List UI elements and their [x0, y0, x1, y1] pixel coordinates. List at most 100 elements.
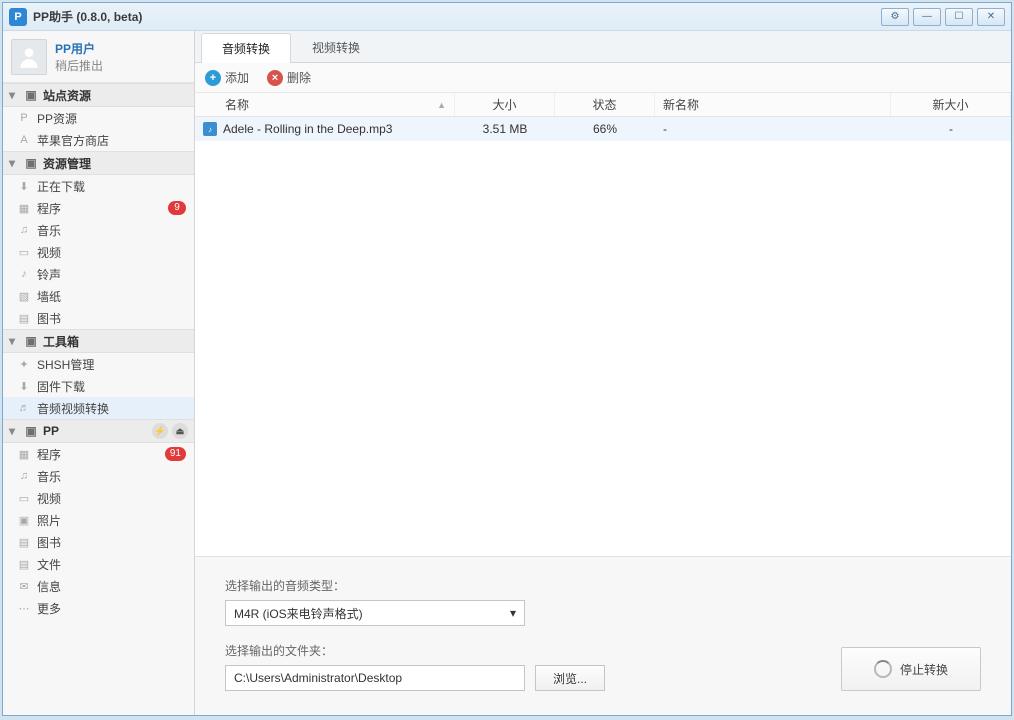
- badge: 91: [165, 447, 186, 461]
- section-icon: ▣: [23, 155, 39, 171]
- video-icon: ▭: [17, 491, 31, 505]
- sidebar-item[interactable]: ▦程序9: [3, 197, 194, 219]
- toolbar: + 添加 × 删除: [195, 63, 1011, 93]
- file-newsize: -: [891, 122, 1011, 136]
- sidebar-item-label: SHSH管理: [37, 356, 94, 373]
- sidebar-item[interactable]: ⬇ 固件下载: [3, 375, 194, 397]
- sidebar-item[interactable]: ⬇正在下载: [3, 175, 194, 197]
- chevron-down-icon: [9, 334, 21, 348]
- browse-button[interactable]: 浏览...: [535, 665, 605, 691]
- sidebar-item-label: 墙纸: [37, 288, 61, 305]
- pp-icon: P: [17, 111, 31, 125]
- sidebar-item[interactable]: P PP资源: [3, 107, 194, 129]
- sidebar-item[interactable]: ✦ SHSH管理: [3, 353, 194, 375]
- shsh-icon: ✦: [17, 357, 31, 371]
- titlebar: P PP助手 (0.8.0, beta) ⚙ — ☐ ✕: [3, 3, 1011, 31]
- add-label: 添加: [225, 69, 249, 86]
- sidebar-item-label: 音乐: [37, 222, 61, 239]
- sidebar-item[interactable]: ▧ 墙纸: [3, 285, 194, 307]
- output-folder-label: 选择输出的文件夹：: [225, 642, 821, 659]
- app-icon: ▦: [17, 201, 31, 215]
- video-icon: ▭: [17, 245, 31, 259]
- section-header[interactable]: ▣PP⚡⏏: [3, 419, 194, 443]
- sidebar-item[interactable]: ♬ 音频视频转换: [3, 397, 194, 419]
- sidebar-item[interactable]: ▤图书: [3, 531, 194, 553]
- convert-icon: ♬: [17, 401, 31, 415]
- output-type-select[interactable]: M4R (iOS来电铃声格式) ▾: [225, 600, 525, 626]
- sidebar-item-label: 程序: [37, 446, 61, 463]
- music-file-icon: ♪: [203, 122, 217, 136]
- chevron-down-icon: [9, 88, 21, 102]
- add-button[interactable]: + 添加: [205, 69, 249, 86]
- window-title: PP助手 (0.8.0, beta): [33, 8, 142, 25]
- tab-audio[interactable]: 音频转换: [201, 33, 291, 63]
- section-label: 工具箱: [43, 333, 79, 350]
- section-header[interactable]: ▣资源管理: [3, 151, 194, 175]
- main-panel: 音频转换 视频转换 + 添加 × 删除 名称 ▲ 大小 状态: [195, 31, 1011, 715]
- col-name[interactable]: 名称 ▲: [195, 93, 455, 116]
- output-folder-input[interactable]: C:\Users\Administrator\Desktop: [225, 665, 525, 691]
- sidebar-item-label: 音频视频转换: [37, 400, 109, 417]
- sidebar-item-label: 视频: [37, 244, 61, 261]
- music-icon: ♫: [17, 469, 31, 483]
- sidebar-item-label: 视频: [37, 490, 61, 507]
- info-icon: ✉: [17, 579, 31, 593]
- col-newname[interactable]: 新名称: [655, 93, 891, 116]
- sidebar-item[interactable]: ▭ 视频: [3, 241, 194, 263]
- book-icon: ▤: [17, 535, 31, 549]
- output-type-label: 选择输出的音频类型：: [225, 577, 821, 594]
- sidebar-item[interactable]: ♪铃声: [3, 263, 194, 285]
- sidebar-item[interactable]: ⋯更多: [3, 597, 194, 619]
- user-name: PP用户: [55, 40, 103, 57]
- minimize-button[interactable]: —: [913, 8, 941, 26]
- book-icon: ▤: [17, 311, 31, 325]
- sidebar-item-label: 程序: [37, 200, 61, 217]
- refresh-icon: [874, 660, 892, 678]
- delete-icon: ×: [267, 70, 283, 86]
- firmware-icon: ⬇: [17, 379, 31, 393]
- eject-icon[interactable]: ⏏: [172, 423, 188, 439]
- maximize-button[interactable]: ☐: [945, 8, 973, 26]
- sidebar-item[interactable]: ▤图书: [3, 307, 194, 329]
- appstore-icon: A: [17, 133, 31, 147]
- battery-icon: ⚡: [152, 423, 168, 439]
- col-status[interactable]: 状态: [555, 93, 655, 116]
- close-button[interactable]: ✕: [977, 8, 1005, 26]
- sidebar-item[interactable]: ♫音乐: [3, 465, 194, 487]
- section-icon: ▣: [23, 87, 39, 103]
- col-size[interactable]: 大小: [455, 93, 555, 116]
- download-icon: ⬇: [17, 179, 31, 193]
- section-header[interactable]: ▣站点资源: [3, 83, 194, 107]
- plus-icon: +: [205, 70, 221, 86]
- bottom-panel: 选择输出的音频类型： M4R (iOS来电铃声格式) ▾ 选择输出的文件夹： C…: [195, 556, 1011, 715]
- app-logo-icon: P: [9, 8, 27, 26]
- sidebar-item[interactable]: ✉ 信息: [3, 575, 194, 597]
- sidebar-item-label: 固件下载: [37, 378, 85, 395]
- sidebar-item[interactable]: ♫音乐: [3, 219, 194, 241]
- wallpaper-icon: ▧: [17, 289, 31, 303]
- section-header[interactable]: ▣工具箱: [3, 329, 194, 353]
- sidebar-item-label: 信息: [37, 578, 61, 595]
- sidebar-item[interactable]: A苹果官方商店: [3, 129, 194, 151]
- sidebar: PP用户 稍后推出 ▣站点资源PPP资源A苹果官方商店▣资源管理⬇正在下载▦程序…: [3, 31, 195, 715]
- tab-video[interactable]: 视频转换: [291, 32, 381, 62]
- delete-label: 删除: [287, 69, 311, 86]
- chevron-down-icon: ▾: [510, 606, 516, 620]
- sidebar-item[interactable]: ▤文件: [3, 553, 194, 575]
- sidebar-item[interactable]: ▣照片: [3, 509, 194, 531]
- file-newname: -: [655, 122, 891, 136]
- sort-asc-icon: ▲: [437, 100, 446, 110]
- stop-convert-button[interactable]: 停止转换: [841, 647, 981, 691]
- sidebar-item[interactable]: ▭ 视频: [3, 487, 194, 509]
- sidebar-item-label: PP资源: [37, 110, 77, 127]
- col-newsize[interactable]: 新大小: [891, 93, 1011, 116]
- table-row[interactable]: ♪Adele - Rolling in the Deep.mp33.51 MB6…: [195, 117, 1011, 141]
- chevron-down-icon: [9, 156, 21, 170]
- sidebar-item[interactable]: ▦ 程序 91: [3, 443, 194, 465]
- app-icon: ▦: [17, 447, 31, 461]
- settings-button[interactable]: ⚙: [881, 8, 909, 26]
- file-size: 3.51 MB: [455, 122, 555, 136]
- file-icon: ▤: [17, 557, 31, 571]
- section-icon: ▣: [23, 333, 39, 349]
- delete-button[interactable]: × 删除: [267, 69, 311, 86]
